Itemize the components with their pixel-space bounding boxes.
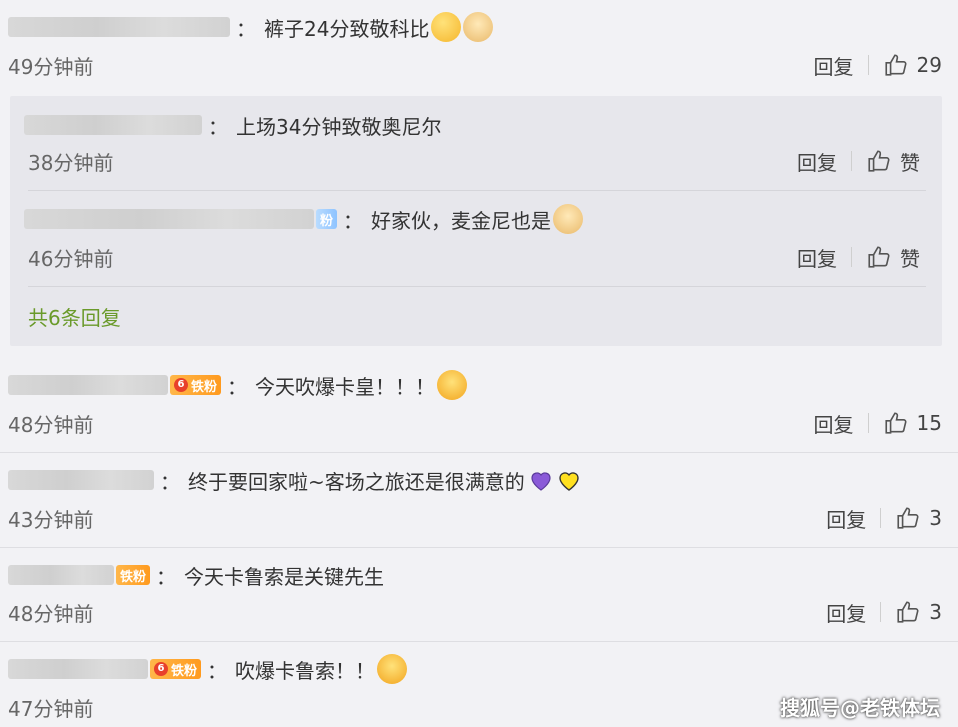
- comment-actions: 回复 15: [814, 408, 942, 438]
- thumbs-up-icon: [897, 601, 919, 623]
- thumbs-up-icon: [868, 150, 890, 172]
- comment-4-header: 铁粉 ： 今天卡鲁索是关键先生: [8, 558, 384, 592]
- like-count: 3: [929, 600, 942, 624]
- reply-text: 好家伙，麦金尼也是: [371, 208, 552, 233]
- thumbs-up-icon: [884, 54, 907, 76]
- colon: ：: [208, 114, 228, 139]
- colon: ：: [236, 16, 256, 41]
- reply-button[interactable]: 回复: [826, 504, 866, 533]
- like-button[interactable]: 15: [883, 410, 942, 436]
- reply-time: 46分钟前: [28, 246, 114, 271]
- comment-divider: [0, 452, 958, 453]
- reply-text: 上场34分钟致敬奥尼尔: [236, 114, 442, 139]
- like-button[interactable]: 3: [895, 599, 942, 625]
- fan-level: 6: [174, 378, 188, 392]
- username-blurred[interactable]: [24, 115, 202, 135]
- comment-text: 裤子24分致敬科比: [264, 16, 430, 41]
- divider: [851, 247, 852, 267]
- laugh-cry-emoji-icon: [437, 370, 468, 400]
- dog-emoji-icon: [553, 204, 584, 234]
- colon: ：: [160, 469, 180, 494]
- divider: [880, 508, 882, 528]
- username-blurred[interactable]: [8, 375, 168, 395]
- comment-3-header: ： 终于要回家啦~客场之旅还是很满意的: [8, 463, 581, 497]
- fan-level: 6: [154, 662, 168, 676]
- view-more-replies-link[interactable]: 共6条回复: [28, 302, 121, 331]
- watermark: 搜狐号@老铁体坛: [780, 696, 940, 720]
- like-label: 赞: [900, 150, 920, 175]
- like-button[interactable]: 29: [883, 52, 942, 78]
- colon: ：: [343, 208, 364, 233]
- divider: [880, 602, 882, 622]
- reply-2-header: 粉 ： 好家伙，麦金尼也是: [24, 202, 584, 236]
- username-blurred[interactable]: [8, 565, 114, 585]
- username-blurred[interactable]: [8, 470, 154, 490]
- reply-button[interactable]: 回复: [814, 409, 854, 438]
- comment-divider: [0, 547, 958, 548]
- reply-actions: 回复 赞: [797, 146, 920, 176]
- like-count: 3: [929, 506, 942, 530]
- reply-button[interactable]: 回复: [814, 51, 854, 80]
- colon: ：: [156, 564, 177, 589]
- reply-1-header: ： 上场34分钟致敬奥尼尔: [24, 108, 441, 142]
- reply-actions: 回复 赞: [797, 242, 920, 272]
- badge-label: 铁粉: [171, 663, 198, 679]
- like-button[interactable]: 赞: [866, 147, 920, 176]
- colon: ：: [227, 374, 248, 399]
- comment-time: 47分钟前: [8, 696, 94, 721]
- comment-divider: [0, 641, 958, 642]
- divider: [867, 413, 869, 433]
- reply-divider: [28, 190, 926, 191]
- reply-panel: ： 上场34分钟致敬奥尼尔 38分钟前 回复 赞 粉 ： 好家伙，麦金尼也是 4…: [10, 96, 942, 346]
- iron-fan-badge: 6 铁粉: [150, 659, 202, 679]
- iron-fan-badge: 6 铁粉: [170, 375, 222, 395]
- comment-actions: 回复 3: [826, 503, 942, 533]
- reply-divider: [28, 286, 926, 287]
- reply-button[interactable]: 回复: [797, 147, 837, 176]
- like-count: 15: [916, 411, 942, 435]
- dog-emoji-icon: [463, 12, 494, 42]
- iron-fan-badge: 铁粉: [116, 565, 151, 585]
- comment-5-header: 6 铁粉 ： 吹爆卡鲁索！！: [8, 652, 408, 686]
- purple-heart-icon: [531, 472, 551, 491]
- divider: [851, 151, 852, 171]
- fan-badge: 粉: [316, 209, 338, 229]
- username-blurred[interactable]: [8, 17, 230, 37]
- comment-text: 终于要回家啦~客场之旅还是很满意的: [188, 469, 525, 494]
- reply-time: 38分钟前: [28, 150, 114, 175]
- yellow-heart-icon: [559, 472, 579, 491]
- comment-time: 48分钟前: [8, 412, 94, 437]
- comment-actions: 回复 3: [826, 597, 942, 627]
- comment-text: 今天卡鲁索是关键先生: [184, 564, 385, 589]
- comment-text: 吹爆卡鲁索！！: [235, 658, 376, 683]
- laugh-cry-emoji-icon: [377, 654, 408, 684]
- badge-label: 铁粉: [191, 379, 218, 395]
- comment-time: 48分钟前: [8, 601, 94, 626]
- tongue-emoji-icon: [431, 12, 462, 42]
- username-blurred[interactable]: [24, 209, 314, 229]
- thumbs-up-icon: [868, 246, 890, 268]
- comment-time: 49分钟前: [8, 54, 94, 79]
- reply-button[interactable]: 回复: [826, 598, 866, 627]
- comment-time: 43分钟前: [8, 507, 94, 532]
- like-label: 赞: [900, 246, 920, 271]
- thumbs-up-icon: [884, 412, 907, 434]
- divider: [867, 55, 869, 75]
- like-button[interactable]: 赞: [866, 243, 920, 272]
- username-blurred[interactable]: [8, 659, 148, 679]
- comment-text: 今天吹爆卡皇！！！: [255, 374, 436, 399]
- like-count: 29: [916, 53, 942, 77]
- comment-actions: 回复 29: [814, 50, 942, 80]
- comment-1-header: ： 裤子24分致敬科比: [8, 10, 494, 44]
- reply-button[interactable]: 回复: [797, 243, 837, 272]
- like-button[interactable]: 3: [895, 505, 942, 531]
- comment-2-header: 6 铁粉 ： 今天吹爆卡皇！！！: [8, 368, 468, 402]
- thumbs-up-icon: [897, 507, 919, 529]
- colon: ：: [207, 658, 228, 683]
